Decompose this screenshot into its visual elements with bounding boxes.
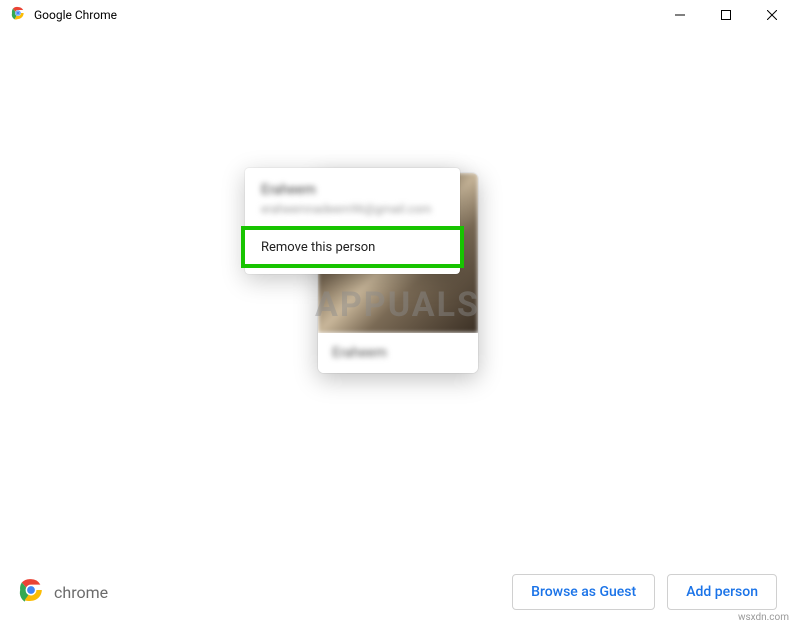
add-person-button[interactable]: Add person	[667, 574, 777, 610]
profile-context-menu: Eraheem eraheemnadeem96@gmail.com Remove…	[245, 168, 460, 274]
remove-person-label: Remove this person	[261, 240, 375, 255]
footer-brand-area: chrome	[18, 577, 108, 607]
chrome-icon	[10, 5, 26, 25]
window-controls	[657, 0, 795, 30]
context-menu-name: Eraheem	[261, 182, 444, 198]
minimize-button[interactable]	[657, 0, 703, 30]
footer-buttons: Browse as Guest Add person	[512, 574, 777, 610]
window-title: Google Chrome	[34, 8, 117, 22]
maximize-button[interactable]	[703, 0, 749, 30]
browse-as-guest-button[interactable]: Browse as Guest	[512, 574, 655, 610]
context-menu-email: eraheemnadeem96@gmail.com	[261, 202, 444, 216]
window-titlebar: Google Chrome	[0, 0, 795, 30]
profile-display-name: Eraheem	[332, 345, 387, 361]
profile-name-bar: Eraheem	[318, 333, 478, 373]
chrome-logo-icon	[18, 577, 44, 607]
context-menu-header: Eraheem eraheemnadeem96@gmail.com	[245, 182, 460, 226]
footer-bar: chrome Browse as Guest Add person	[0, 559, 795, 625]
profile-area: Eraheem Eraheem eraheemnadeem96@gmail.co…	[245, 168, 480, 378]
remove-person-menu-item[interactable]: Remove this person	[241, 226, 464, 268]
footer-brand-text: chrome	[54, 583, 108, 602]
titlebar-left: Google Chrome	[10, 5, 117, 25]
close-button[interactable]	[749, 0, 795, 30]
attribution-text: wsxdn.com	[738, 612, 789, 623]
